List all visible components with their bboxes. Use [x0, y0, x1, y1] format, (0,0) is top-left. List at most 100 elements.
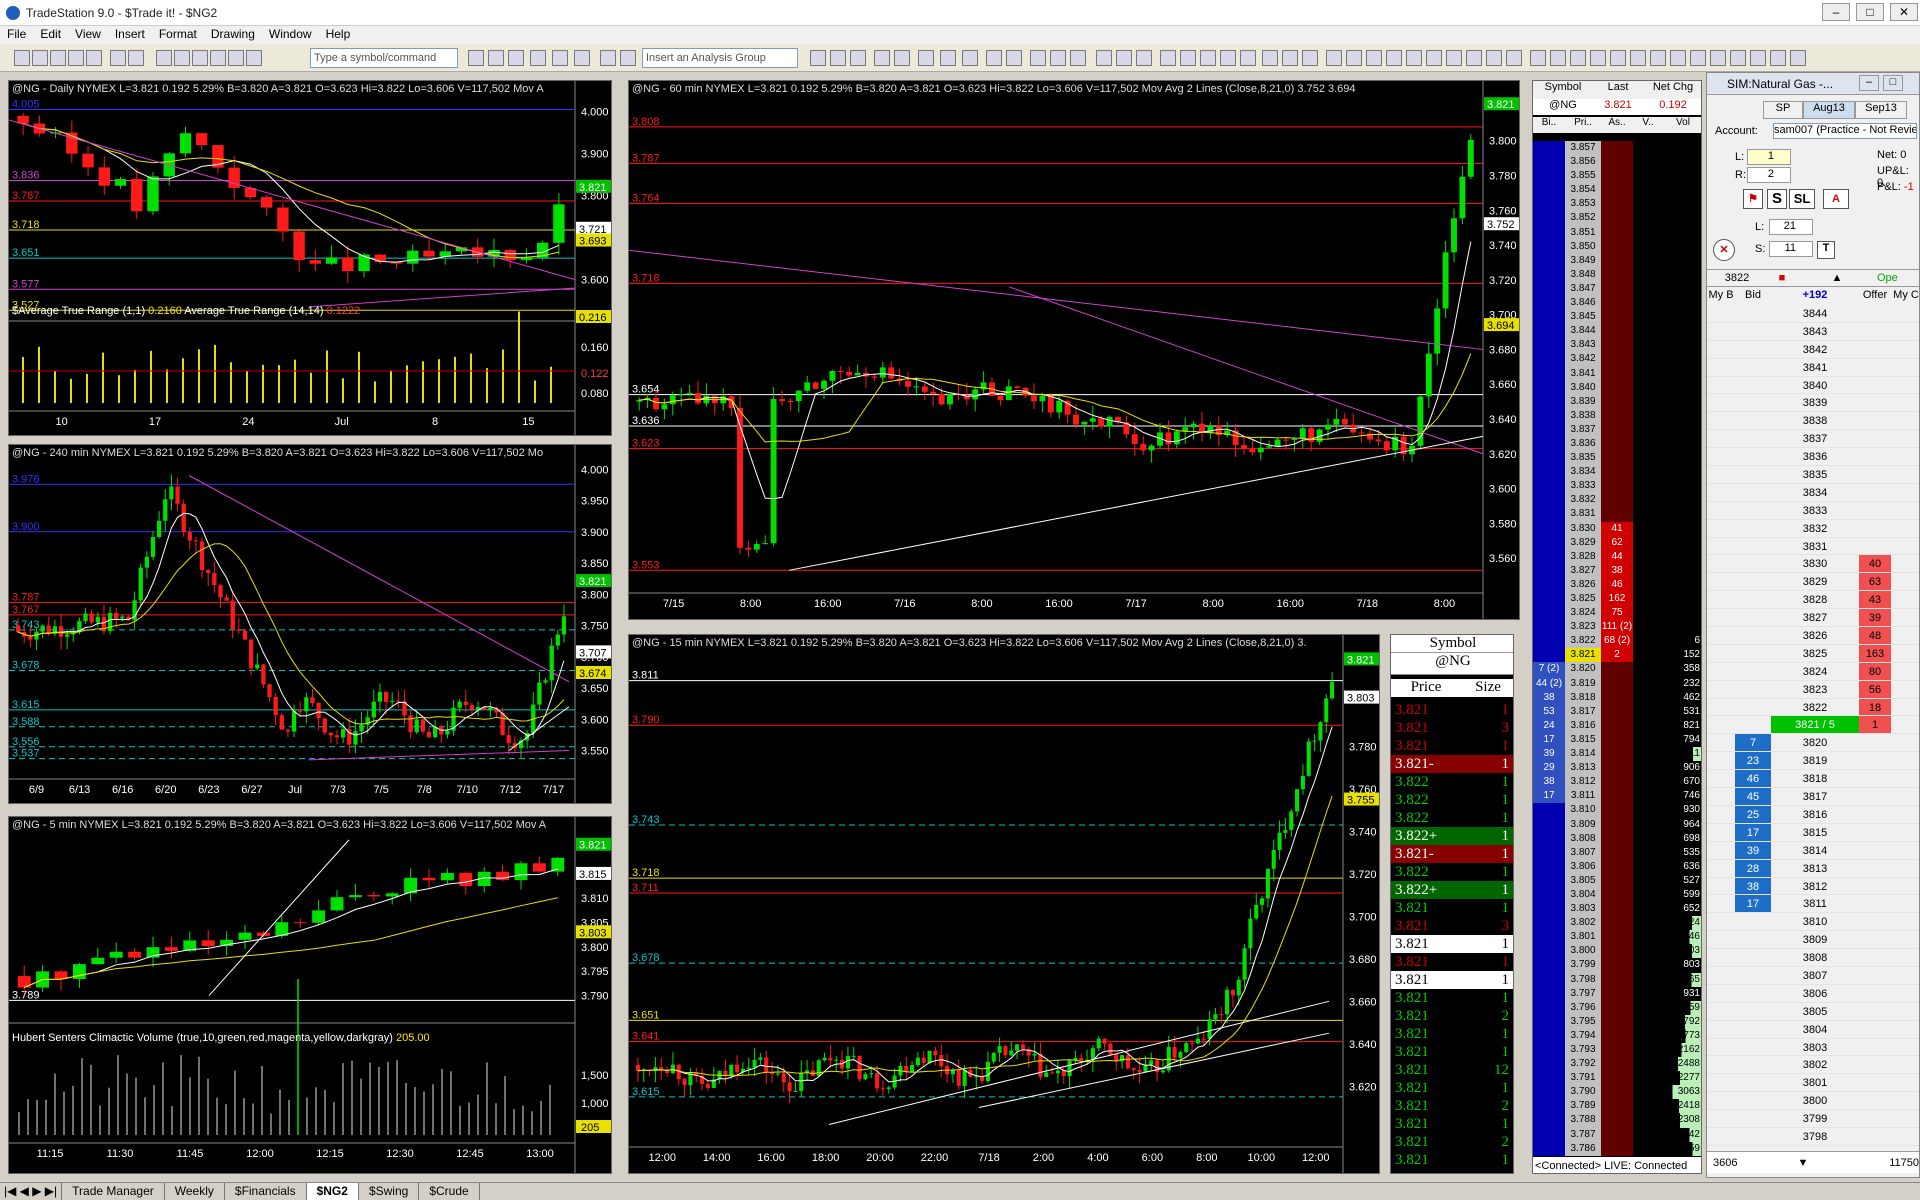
- ladder-price-box[interactable]: 3822: [1707, 272, 1767, 284]
- toolbar-tool-icon[interactable]: [530, 50, 546, 66]
- ladder-bid-cell[interactable]: [1735, 1056, 1771, 1073]
- ladder-price-cell[interactable]: 3840: [1771, 377, 1859, 394]
- ladder-bid-cell[interactable]: 23: [1735, 752, 1771, 770]
- toolbar-tool-icon[interactable]: [86, 50, 102, 66]
- ladder-offer-cell[interactable]: [1859, 359, 1891, 376]
- toolbar-tool-icon[interactable]: [192, 50, 208, 66]
- ladder-price-cell[interactable]: 3824: [1771, 663, 1859, 680]
- ladder-bid-cell[interactable]: [1735, 377, 1771, 394]
- dom-row[interactable]: 3.830 41: [1533, 521, 1701, 536]
- menu-insert[interactable]: Insert: [108, 26, 152, 44]
- ladder-price-cell[interactable]: 3810: [1771, 913, 1859, 930]
- dom-row[interactable]: 3.840: [1533, 380, 1701, 395]
- toolbar-tool-icon[interactable]: [620, 50, 636, 66]
- dom-row[interactable]: 3.835: [1533, 451, 1701, 466]
- dom-row[interactable]: 3.846: [1533, 296, 1701, 311]
- ladder-my-offer-cell[interactable]: [1891, 770, 1919, 787]
- dom-row[interactable]: 3.786 1059: [1533, 1141, 1701, 1156]
- ladder-bid-cell[interactable]: [1735, 627, 1771, 644]
- ladder-offer-cell[interactable]: 56: [1859, 680, 1891, 698]
- ladder-row[interactable]: 45 3817: [1707, 788, 1919, 806]
- ladder-row[interactable]: 3830 40: [1707, 555, 1919, 574]
- dom-row[interactable]: 3.793 2162: [1533, 1043, 1701, 1058]
- ladder-row[interactable]: 23 3819: [1707, 752, 1919, 771]
- ladder-price-cell[interactable]: 3800: [1771, 1092, 1859, 1109]
- ladder-offer-cell[interactable]: [1859, 824, 1891, 841]
- menu-edit[interactable]: Edit: [33, 26, 68, 44]
- ladder-offer-cell[interactable]: 1: [1859, 716, 1891, 734]
- ladder-my-bid-cell[interactable]: [1707, 913, 1735, 930]
- toolbar-tool-icon[interactable]: [1116, 50, 1132, 66]
- ladder-price-cell[interactable]: 3839: [1771, 394, 1859, 411]
- dom-row[interactable]: 3.837: [1533, 422, 1701, 437]
- ladder-row[interactable]: 3809: [1707, 931, 1919, 950]
- ladder-row[interactable]: 3838: [1707, 412, 1919, 431]
- ladder-my-offer-cell[interactable]: [1891, 1110, 1919, 1127]
- 60min-chart-canvas[interactable]: 3.8003.7803.7603.7403.7203.7003.6803.660…: [629, 81, 1520, 620]
- dom-row[interactable]: 44 (2) 3.819 232: [1533, 676, 1701, 691]
- ladder-my-bid-cell[interactable]: [1707, 394, 1735, 411]
- ladder-offer-cell[interactable]: [1859, 323, 1891, 340]
- dom-row[interactable]: 3.791 2277: [1533, 1071, 1701, 1086]
- ladder-row[interactable]: 3798: [1707, 1128, 1919, 1146]
- ladder-row[interactable]: 3801: [1707, 1074, 1919, 1093]
- dom-row[interactable]: 3.852: [1533, 211, 1701, 226]
- ladder-minimize-button[interactable]: –: [1859, 75, 1879, 91]
- ladder-offer-cell[interactable]: 48: [1859, 627, 1891, 644]
- ladder-row[interactable]: 3803: [1707, 1039, 1919, 1057]
- ladder-price-cell[interactable]: 3837: [1771, 430, 1859, 447]
- toolbar-tool-icon[interactable]: [1160, 50, 1176, 66]
- ladder-offer-cell[interactable]: 40: [1859, 555, 1891, 573]
- dom-row[interactable]: 3.799 803: [1533, 958, 1701, 973]
- ladder-my-offer-cell[interactable]: [1891, 645, 1919, 662]
- tab-nav-icon[interactable]: |◀ ◀ ▶ ▶|: [0, 1183, 63, 1200]
- ladder-price-cell[interactable]: 3827: [1771, 609, 1859, 626]
- ladder-my-offer-cell[interactable]: [1891, 377, 1919, 394]
- ladder-bid-cell[interactable]: [1735, 502, 1771, 519]
- dom-row[interactable]: 3.843: [1533, 338, 1701, 353]
- ladder-offer-cell[interactable]: 39: [1859, 609, 1891, 627]
- flatten-icon[interactable]: ⚑: [1743, 189, 1763, 209]
- toolbar-tool-icon[interactable]: [1770, 50, 1786, 66]
- ladder-my-offer-cell[interactable]: [1891, 913, 1919, 930]
- minimize-button[interactable]: –: [1822, 3, 1850, 21]
- toolbar-tool-icon[interactable]: [1180, 50, 1196, 66]
- ladder-bid-cell[interactable]: 46: [1735, 770, 1771, 788]
- tape-symbol[interactable]: @NG: [1391, 652, 1513, 670]
- ladder-row[interactable]: 3805: [1707, 1003, 1919, 1021]
- dom-row[interactable]: 3.792 2488: [1533, 1057, 1701, 1072]
- ladder-my-offer-cell[interactable]: [1891, 806, 1919, 823]
- ladder-price-cell[interactable]: 3829: [1771, 573, 1859, 590]
- ladder-my-bid-cell[interactable]: [1707, 806, 1735, 823]
- dom-row[interactable]: 3.833: [1533, 479, 1701, 494]
- ladder-my-offer-cell[interactable]: [1891, 967, 1919, 984]
- ladder-bid-cell[interactable]: [1735, 323, 1771, 340]
- ladder-row[interactable]: 7 3820: [1707, 734, 1919, 753]
- ladder-price-cell[interactable]: 3814: [1771, 842, 1859, 859]
- ladder-my-bid-cell[interactable]: [1707, 1003, 1735, 1020]
- dom-row[interactable]: 3.808 698: [1533, 831, 1701, 846]
- ladder-my-bid-cell[interactable]: [1707, 484, 1735, 501]
- ladder-offer-cell[interactable]: [1859, 1056, 1891, 1073]
- ladder-my-bid-cell[interactable]: [1707, 878, 1735, 895]
- ladder-bid-cell[interactable]: [1735, 699, 1771, 716]
- dom-row[interactable]: 3.789 2418: [1533, 1099, 1701, 1114]
- ladder-offer-cell[interactable]: [1859, 1003, 1891, 1020]
- ladder-my-bid-cell[interactable]: [1707, 967, 1735, 984]
- ladder-my-bid-cell[interactable]: [1707, 1039, 1735, 1056]
- toolbar-tool-icon[interactable]: [14, 50, 30, 66]
- menu-file[interactable]: File: [0, 26, 33, 44]
- ladder-row[interactable]: 3806: [1707, 985, 1919, 1003]
- toolbar-tool-icon[interactable]: [1386, 50, 1402, 66]
- ladder-my-offer-cell[interactable]: [1891, 699, 1919, 716]
- ladder-bid-cell[interactable]: [1735, 448, 1771, 465]
- dom-row[interactable]: 3.790 3063: [1533, 1085, 1701, 1100]
- ladder-my-offer-cell[interactable]: [1891, 663, 1919, 680]
- ladder-my-offer-cell[interactable]: [1891, 323, 1919, 340]
- dom-quote-row[interactable]: @NG 3.821 0.192: [1533, 99, 1701, 115]
- ladder-bid-cell[interactable]: [1735, 359, 1771, 376]
- tab-financials[interactable]: $Financials: [225, 1183, 307, 1200]
- cancel-all-icon[interactable]: ✕: [1713, 239, 1735, 261]
- ladder-my-offer-cell[interactable]: [1891, 1056, 1919, 1073]
- ladder-offer-cell[interactable]: [1859, 1021, 1891, 1038]
